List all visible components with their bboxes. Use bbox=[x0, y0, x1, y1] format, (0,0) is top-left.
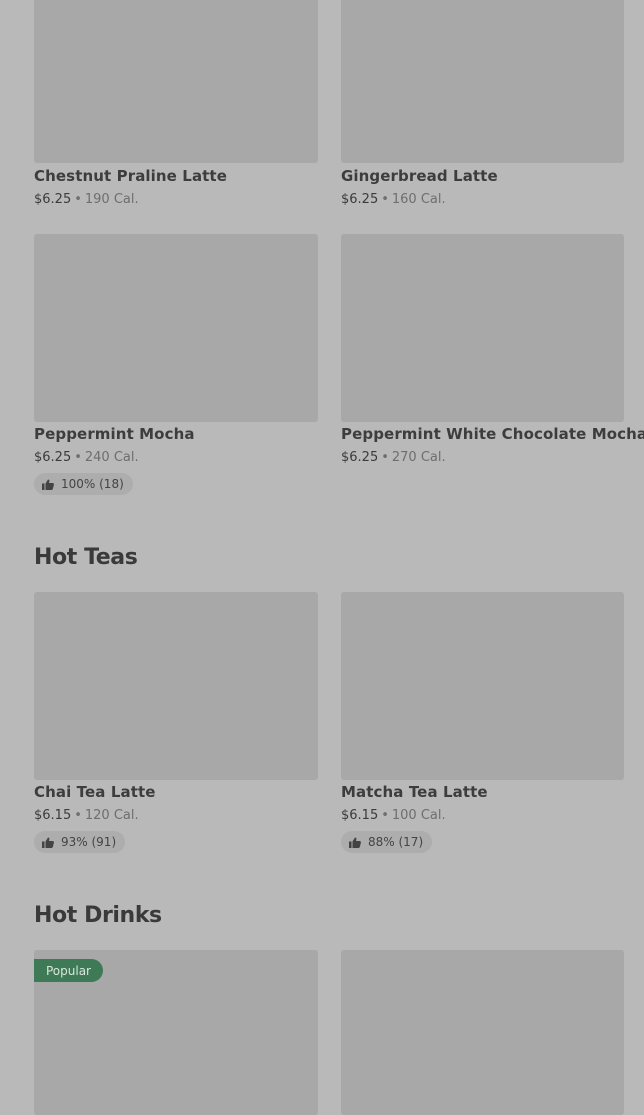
item-name: Chai Tea Latte bbox=[34, 783, 156, 801]
menu-item-hot-drink-1[interactable]: Popular bbox=[34, 950, 318, 1115]
thumbs-up-icon bbox=[349, 837, 361, 848]
item-meta: $6.15 • 100 Cal. bbox=[341, 808, 446, 823]
item-price: $6.25 bbox=[34, 192, 72, 207]
menu-item-hot-drink-2[interactable] bbox=[341, 950, 625, 1115]
section-title-hot-teas: Hot Teas bbox=[34, 545, 138, 570]
separator: • bbox=[74, 808, 82, 823]
thumbs-up-icon bbox=[42, 479, 54, 490]
item-price: $6.15 bbox=[341, 808, 379, 823]
item-meta: $6.25 • 270 Cal. bbox=[341, 450, 446, 465]
item-price: $6.15 bbox=[34, 808, 72, 823]
item-name: Peppermint Mocha bbox=[34, 425, 195, 443]
item-image[interactable] bbox=[34, 234, 318, 422]
menu-item-peppermint-mocha[interactable]: Peppermint Mocha $6.25 • 240 Cal. 100% (18… bbox=[34, 234, 318, 495]
item-calories: 160 Cal. bbox=[391, 192, 446, 207]
thumbs-up-icon bbox=[42, 837, 54, 848]
item-meta: $6.25 • 240 Cal. bbox=[34, 450, 139, 465]
menu-item-chestnut-praline-latte[interactable]: Chestnut Praline Latte $6.25 • 190 Cal. bbox=[34, 0, 318, 207]
separator: • bbox=[381, 192, 389, 207]
item-image[interactable] bbox=[341, 950, 624, 1115]
menu-item-gingerbread-latte[interactable]: Gingerbread Latte $6.25 • 160 Cal. bbox=[341, 0, 625, 207]
item-image[interactable]: Popular bbox=[34, 950, 318, 1115]
separator: • bbox=[74, 192, 82, 207]
rating-text: 88% (17) bbox=[368, 835, 424, 849]
item-name: Gingerbread Latte bbox=[341, 167, 498, 185]
item-name: Peppermint White Chocolate Mocha bbox=[341, 425, 644, 443]
item-price: $6.25 bbox=[34, 450, 72, 465]
separator: • bbox=[381, 808, 389, 823]
item-calories: 270 Cal. bbox=[391, 450, 446, 465]
separator: • bbox=[381, 450, 389, 465]
menu-item-chai-tea-latte[interactable]: Chai Tea Latte $6.15 • 120 Cal. 93% (91) bbox=[34, 592, 318, 853]
popular-badge: Popular bbox=[34, 959, 103, 982]
item-image[interactable] bbox=[34, 0, 318, 163]
item-price: $6.25 bbox=[341, 450, 379, 465]
item-image[interactable] bbox=[341, 592, 624, 780]
item-calories: 190 Cal. bbox=[84, 192, 139, 207]
item-meta: $6.25 • 160 Cal. bbox=[341, 192, 446, 207]
item-meta: $6.15 • 120 Cal. bbox=[34, 808, 139, 823]
rating-text: 100% (18) bbox=[61, 477, 124, 491]
item-calories: 100 Cal. bbox=[391, 808, 446, 823]
item-image[interactable] bbox=[34, 592, 318, 780]
rating-text: 93% (91) bbox=[61, 835, 117, 849]
separator: • bbox=[74, 450, 82, 465]
item-meta: $6.25 • 190 Cal. bbox=[34, 192, 139, 207]
rating-badge: 100% (18) bbox=[34, 473, 133, 495]
section-title-hot-drinks: Hot Drinks bbox=[34, 903, 162, 928]
item-name: Chestnut Praline Latte bbox=[34, 167, 227, 185]
menu-item-peppermint-white-chocolate-mocha[interactable]: Peppermint White Chocolate Mocha $6.25 • 2… bbox=[341, 234, 644, 465]
rating-badge: 93% (91) bbox=[34, 831, 126, 853]
menu-page: Chestnut Praline Latte $6.25 • 190 Cal. Gi… bbox=[0, 0, 644, 1115]
item-calories: 120 Cal. bbox=[84, 808, 139, 823]
menu-item-matcha-tea-latte[interactable]: Matcha Tea Latte $6.15 • 100 Cal. 88% (17) bbox=[341, 592, 625, 853]
item-image[interactable] bbox=[341, 0, 624, 163]
item-price: $6.25 bbox=[341, 192, 379, 207]
item-image[interactable] bbox=[341, 234, 624, 422]
item-name: Matcha Tea Latte bbox=[341, 783, 488, 801]
item-calories: 240 Cal. bbox=[84, 450, 139, 465]
rating-badge: 88% (17) bbox=[341, 831, 433, 853]
